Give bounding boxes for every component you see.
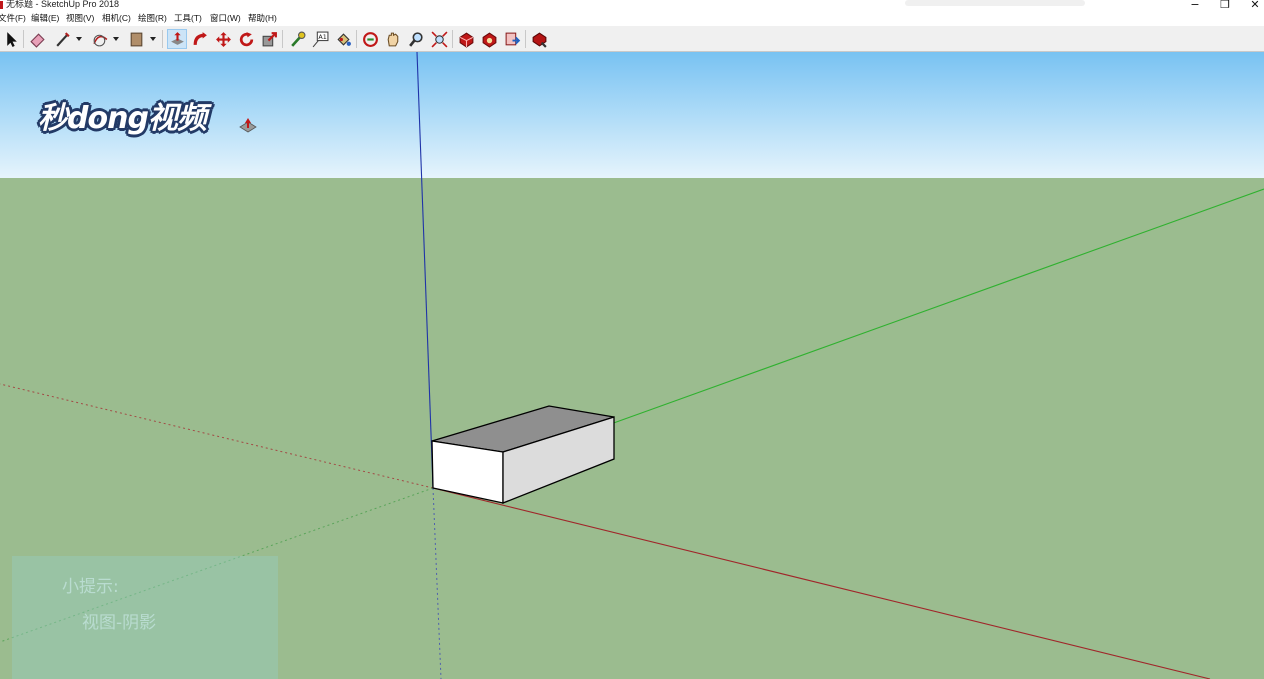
select-tool-icon[interactable] xyxy=(1,29,21,49)
blue-axis-negative xyxy=(432,487,442,679)
main-toolbar: A1 xyxy=(0,26,1264,52)
box-front-face xyxy=(431,440,504,504)
scale-tool-icon[interactable] xyxy=(259,29,279,49)
toolbar-separator xyxy=(162,30,163,48)
send-to-layout-icon[interactable] xyxy=(502,29,522,49)
menu-help[interactable]: 帮助(H) xyxy=(248,12,277,25)
red-axis-negative xyxy=(0,383,434,489)
toolbar-separator xyxy=(282,30,283,48)
zoom-tool-icon[interactable] xyxy=(406,29,426,49)
restore-button[interactable]: ❐ xyxy=(1212,0,1238,11)
menu-window[interactable]: 窗口(W) xyxy=(210,12,241,25)
pan-tool-icon[interactable] xyxy=(383,29,403,49)
extension-manager-icon[interactable] xyxy=(529,29,549,49)
arc-tool-icon[interactable] xyxy=(90,29,110,49)
chevron-down-icon[interactable] xyxy=(150,36,156,42)
box-model[interactable] xyxy=(431,405,615,504)
menu-bar: 文件(F) 编辑(E) 视图(V) 相机(C) 绘图(R) 工具(T) 窗口(W… xyxy=(0,11,1264,26)
toolbar-separator xyxy=(356,30,357,48)
follow-me-tool-icon[interactable] xyxy=(190,29,210,49)
zoom-extents-tool-icon[interactable] xyxy=(429,29,449,49)
modeling-viewport[interactable]: 秒dong视频 小提示: 视图-阴影 xyxy=(0,52,1264,679)
extension-warehouse-icon[interactable] xyxy=(479,29,499,49)
menu-file[interactable]: 文件(F) xyxy=(0,12,26,25)
tip-title: 小提示: xyxy=(62,577,119,597)
toolbar-separator xyxy=(452,30,453,48)
eraser-tool-icon[interactable] xyxy=(27,29,47,49)
title-bar-blank-area xyxy=(905,0,1085,6)
menu-draw[interactable]: 绘图(R) xyxy=(138,12,167,25)
menu-view[interactable]: 视图(V) xyxy=(66,12,94,25)
tape-measure-tool-icon[interactable] xyxy=(287,29,307,49)
rotate-tool-icon[interactable] xyxy=(236,29,256,49)
move-tool-icon[interactable] xyxy=(213,29,233,49)
text-tool-icon[interactable]: A1 xyxy=(310,29,330,49)
red-axis xyxy=(432,487,1211,679)
tip-body: 视图-阴影 xyxy=(82,613,157,633)
tip-panel: 小提示: 视图-阴影 xyxy=(12,556,278,679)
line-tool-icon[interactable] xyxy=(52,29,72,49)
watermark-text: 秒dong视频 xyxy=(38,101,207,136)
toolbar-separator xyxy=(23,30,24,48)
menu-edit[interactable]: 编辑(E) xyxy=(31,12,59,25)
svg-text:A1: A1 xyxy=(318,32,326,40)
window-title: 无标题 - SketchUp Pro 2018 xyxy=(6,0,120,9)
menu-camera[interactable]: 相机(C) xyxy=(102,12,131,25)
menu-tools[interactable]: 工具(T) xyxy=(174,12,202,25)
title-bar: 无标题 - SketchUp Pro 2018 − ❐ ✕ xyxy=(0,0,1264,11)
close-button[interactable]: ✕ xyxy=(1242,0,1264,11)
sketchup-app-icon xyxy=(0,1,3,9)
minimize-button[interactable]: − xyxy=(1182,0,1208,11)
paint-bucket-tool-icon[interactable] xyxy=(333,29,353,49)
cursor-icon xyxy=(239,118,257,133)
chevron-down-icon[interactable] xyxy=(113,36,119,42)
orbit-tool-icon[interactable] xyxy=(360,29,380,49)
blue-axis xyxy=(416,52,434,489)
toolbar-separator xyxy=(525,30,526,48)
push-pull-tool-icon[interactable] xyxy=(167,29,187,49)
rectangle-tool-icon[interactable] xyxy=(126,29,146,49)
chevron-down-icon[interactable] xyxy=(76,36,82,42)
watermark-logo: 秒dong视频 xyxy=(38,100,234,140)
3d-warehouse-icon[interactable] xyxy=(456,29,476,49)
